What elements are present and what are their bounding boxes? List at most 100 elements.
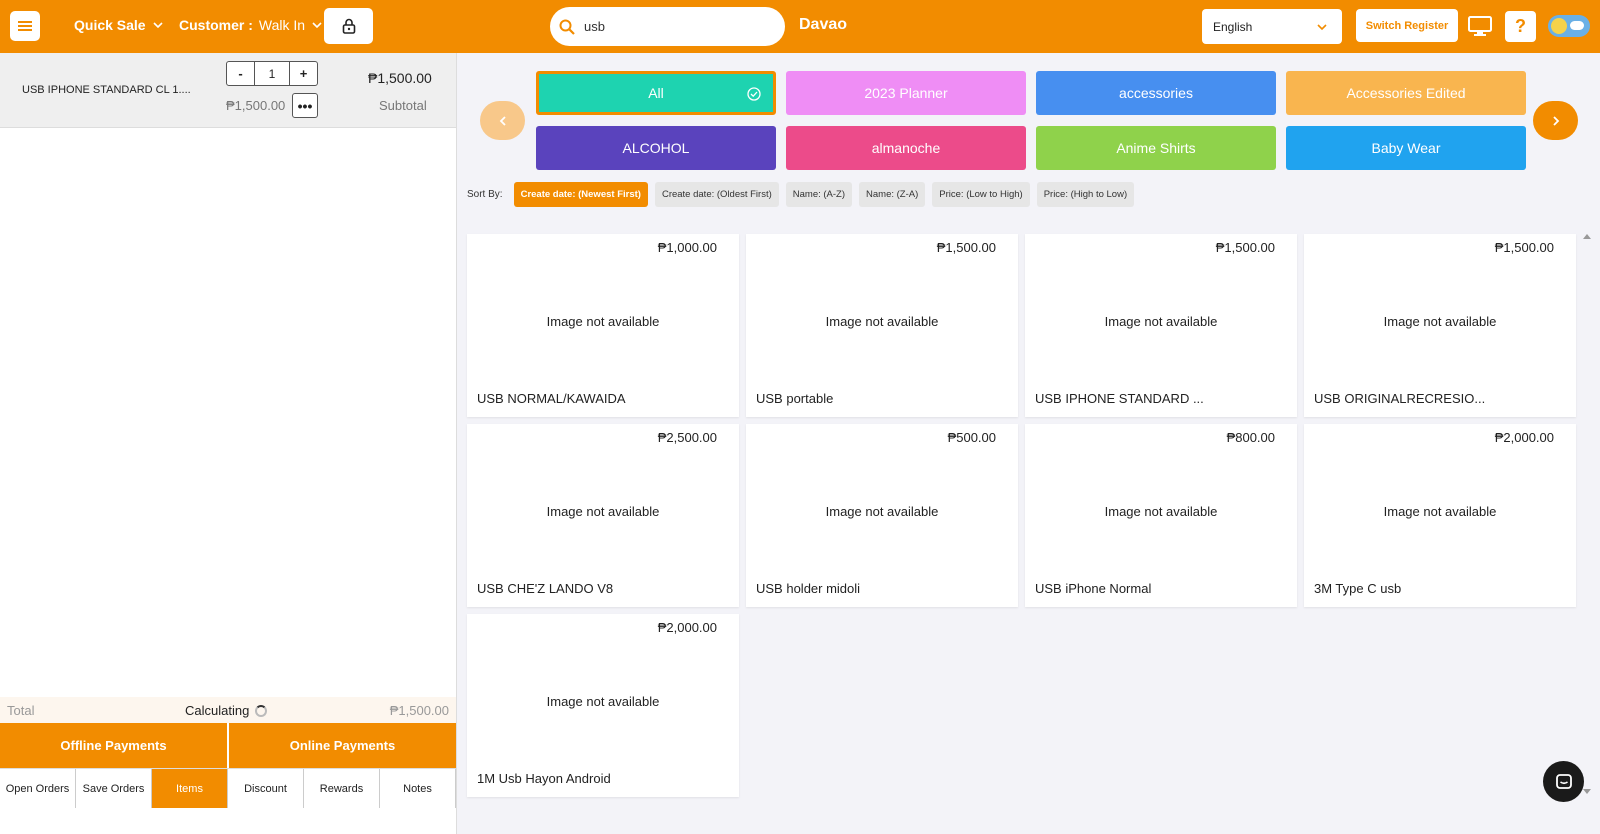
product-price: ₱1,500.00: [1215, 240, 1275, 255]
cart-item-unit-price: ₱1,500.00: [226, 98, 286, 113]
category-label: Anime Shirts: [1116, 140, 1196, 156]
sort-newest-first[interactable]: Create date: (Newest First): [513, 182, 648, 207]
calculating-label: Calculating: [185, 703, 250, 718]
category-label: Accessories Edited: [1346, 85, 1466, 101]
scroll-down-arrow-icon[interactable]: [1583, 789, 1591, 794]
product-card[interactable]: ₱1,000.00 Image not available USB NORMAL/K…: [467, 234, 739, 417]
category-label: All: [648, 85, 664, 101]
sort-price-low-high[interactable]: Price: (Low to High): [932, 182, 1030, 207]
sort-name-z-a[interactable]: Name: (Z-A): [859, 182, 926, 207]
total-label: Total: [7, 703, 35, 718]
chevron-down-icon: [1317, 23, 1327, 30]
cart-line-item[interactable]: USB IPHONE STANDARD CL 1.... - 1 + ₱1,50…: [0, 53, 456, 128]
search-box[interactable]: [550, 7, 785, 46]
product-name: USB iPhone Normal: [1035, 581, 1152, 596]
product-card[interactable]: ₱2,000.00 Image not available 3M Type C us…: [1304, 424, 1576, 607]
help-button[interactable]: ?: [1505, 11, 1536, 42]
customer-dropdown[interactable]: Customer : Walk In: [179, 17, 323, 33]
product-price: ₱500.00: [947, 430, 996, 445]
cart-tabs: Open Orders Save Orders Items Discount R…: [0, 768, 456, 808]
product-card[interactable]: ₱800.00 Image not available USB iPhone Nor…: [1025, 424, 1297, 607]
quantity-increase-button[interactable]: +: [290, 62, 317, 85]
product-price: ₱2,000.00: [657, 620, 717, 635]
product-image-placeholder: Image not available: [1104, 504, 1218, 519]
product-card[interactable]: ₱1,500.00 Image not available USB ORIGINAL…: [1304, 234, 1576, 417]
theme-toggle[interactable]: [1548, 15, 1590, 37]
online-payments-button[interactable]: Online Payments: [229, 723, 456, 768]
product-price: ₱1,500.00: [1494, 240, 1554, 255]
sort-oldest-first[interactable]: Create date: (Oldest First): [654, 182, 779, 207]
category-anime-shirts[interactable]: Anime Shirts: [1036, 126, 1276, 170]
product-image-placeholder: Image not available: [1383, 314, 1497, 329]
product-name: USB ORIGINALRECRESIO...: [1314, 391, 1486, 406]
language-value: English: [1213, 19, 1253, 34]
chevron-down-icon: [312, 22, 322, 29]
category-accessories[interactable]: accessories: [1036, 71, 1276, 115]
quick-sale-label: Quick Sale: [74, 17, 146, 33]
tab-notes[interactable]: Notes: [380, 769, 456, 808]
product-name: 3M Type C usb: [1314, 581, 1402, 596]
lock-button[interactable]: [324, 8, 373, 44]
chevron-down-icon: [153, 22, 163, 29]
category-grid: All 2023 Planner accessories Accessories…: [536, 71, 1526, 170]
quick-sale-dropdown[interactable]: Quick Sale: [74, 17, 164, 33]
lock-icon: [342, 18, 355, 34]
more-options-button[interactable]: •••: [292, 93, 318, 118]
hamburger-menu-icon: [18, 21, 32, 31]
total-value: ₱1,500.00: [389, 703, 449, 718]
customer-value: Walk In: [258, 17, 306, 33]
sort-name-a-z[interactable]: Name: (A-Z): [785, 182, 853, 207]
product-price: ₱800.00: [1226, 430, 1275, 445]
menu-button[interactable]: [10, 11, 40, 41]
tab-items[interactable]: Items: [152, 769, 228, 808]
product-card[interactable]: ₱2,500.00 Image not available USB CHE'Z LA…: [467, 424, 739, 607]
category-accessories-edited[interactable]: Accessories Edited: [1286, 71, 1526, 115]
tab-rewards[interactable]: Rewards: [304, 769, 380, 808]
offline-payments-button[interactable]: Offline Payments: [0, 723, 227, 768]
sun-icon: [1551, 18, 1567, 34]
search-input[interactable]: [584, 19, 764, 34]
sort-price-high-low[interactable]: Price: (High to Low): [1036, 182, 1135, 207]
scroll-up-arrow-icon[interactable]: [1583, 234, 1591, 239]
product-price: ₱1,000.00: [657, 240, 717, 255]
product-card[interactable]: ₱2,000.00 Image not available 1M Usb Hayon…: [467, 614, 739, 797]
product-name: USB holder midoli: [756, 581, 861, 596]
tab-open-orders[interactable]: Open Orders: [0, 769, 76, 808]
product-scrollbar[interactable]: [1583, 234, 1591, 794]
product-name: USB IPHONE STANDARD ...: [1035, 391, 1204, 406]
top-bar: Quick Sale Customer : Walk In Davao Engl…: [0, 0, 1600, 53]
customer-label: Customer :: [179, 17, 253, 33]
tab-save-orders[interactable]: Save Orders: [76, 769, 152, 808]
product-image-placeholder: Image not available: [825, 504, 939, 519]
quantity-stepper: - 1 +: [226, 61, 318, 86]
category-next-button[interactable]: [1533, 101, 1578, 140]
chat-icon: [1555, 773, 1572, 789]
sort-label: Sort By:: [467, 189, 503, 200]
category-label: 2023 Planner: [864, 85, 948, 101]
search-icon: [559, 19, 575, 35]
category-2023-planner[interactable]: 2023 Planner: [786, 71, 1026, 115]
quantity-value[interactable]: 1: [254, 62, 290, 85]
cloud-icon: [1570, 21, 1584, 30]
monitor-icon[interactable]: [1467, 14, 1493, 38]
category-baby-wear[interactable]: Baby Wear: [1286, 126, 1526, 170]
category-alcohol[interactable]: ALCOHOL: [536, 126, 776, 170]
product-card[interactable]: ₱1,500.00 Image not available USB IPHONE S…: [1025, 234, 1297, 417]
product-card[interactable]: ₱1,500.00 Image not available USB portable: [746, 234, 1018, 417]
product-card[interactable]: ₱500.00 Image not available USB holder mid…: [746, 424, 1018, 607]
sort-bar: Sort By: Create date: (Newest First) Cre…: [467, 182, 1135, 207]
product-name: USB NORMAL/KAWAIDA: [477, 391, 626, 406]
tab-discount[interactable]: Discount: [228, 769, 304, 808]
category-label: Baby Wear: [1371, 140, 1441, 156]
chat-button[interactable]: [1543, 761, 1584, 802]
switch-register-button[interactable]: Switch Register: [1356, 9, 1458, 42]
category-all[interactable]: All: [536, 71, 776, 115]
category-almanoche[interactable]: almanoche: [786, 126, 1026, 170]
quantity-decrease-button[interactable]: -: [227, 62, 254, 85]
chevron-left-icon: [499, 115, 506, 126]
language-select[interactable]: English: [1202, 9, 1342, 44]
check-circle-icon: [747, 87, 761, 101]
product-image-placeholder: Image not available: [546, 694, 660, 709]
category-prev-button[interactable]: [480, 101, 525, 140]
product-grid: ₱1,000.00 Image not available USB NORMAL/K…: [467, 234, 1579, 797]
